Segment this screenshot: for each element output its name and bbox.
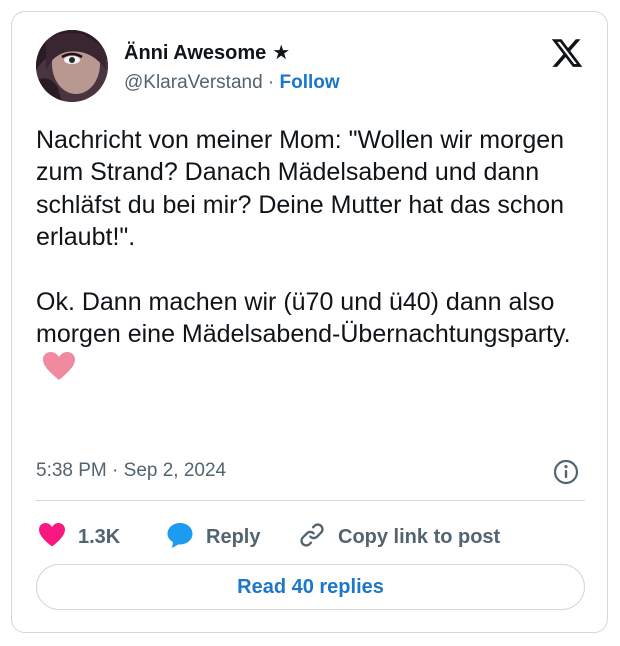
pink-heart-icon bbox=[42, 351, 76, 389]
info-icon[interactable] bbox=[552, 458, 580, 486]
separator-dot: · bbox=[267, 72, 275, 93]
like-button[interactable]: 1.3K bbox=[38, 517, 120, 557]
reply-label: Reply bbox=[206, 525, 261, 548]
avatar[interactable] bbox=[36, 30, 108, 102]
post-text: Nachricht von meiner Mom: "Wollen wir mo… bbox=[36, 124, 586, 389]
post-text-content: Nachricht von meiner Mom: "Wollen wir mo… bbox=[36, 126, 571, 349]
like-count: 1.3K bbox=[78, 525, 121, 548]
reply-bubble-icon bbox=[166, 521, 194, 554]
action-bar: 1.3K Reply Copy link to post bbox=[36, 517, 585, 557]
star-icon: ★ bbox=[272, 42, 291, 64]
post-timestamp[interactable]: 5:38 PM · Sep 2, 2024 bbox=[36, 460, 226, 482]
heart-icon bbox=[38, 522, 66, 553]
link-icon bbox=[298, 521, 326, 554]
x-logo-icon[interactable] bbox=[550, 36, 584, 70]
copy-link-label: Copy link to post bbox=[338, 525, 501, 548]
follow-link[interactable]: Follow bbox=[280, 72, 340, 93]
author-display-name: Änni Awesome bbox=[124, 42, 267, 64]
reply-button[interactable]: Reply bbox=[166, 517, 260, 557]
read-replies-button[interactable]: Read 40 replies bbox=[36, 564, 585, 610]
divider bbox=[36, 500, 585, 501]
author-handle-line: @KlaraVerstand · Follow bbox=[124, 72, 340, 94]
copy-link-button[interactable]: Copy link to post bbox=[298, 517, 500, 557]
author-name[interactable]: Änni Awesome ★ bbox=[124, 40, 290, 65]
embedded-post-card: Änni Awesome ★ @KlaraVerstand · Follow Na… bbox=[11, 11, 608, 633]
author-handle[interactable]: @KlaraVerstand bbox=[124, 72, 263, 93]
